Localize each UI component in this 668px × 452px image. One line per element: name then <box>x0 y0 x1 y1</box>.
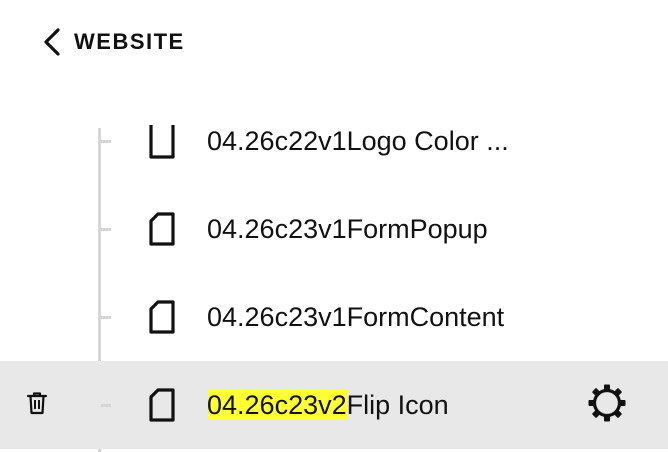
page-row[interactable]: 04.26c23v1FormPopup <box>0 185 668 273</box>
chevron-left-icon <box>40 27 64 57</box>
page-icon <box>146 299 178 335</box>
back-button[interactable]: WEBSITE <box>40 22 185 62</box>
page-icon <box>146 387 178 423</box>
page-label: 04.26c22v1Logo Color ... <box>207 126 509 156</box>
tree-tick <box>101 404 111 407</box>
tree-tick <box>101 140 111 143</box>
trash-icon <box>26 391 48 420</box>
page-label: 04.26c23v2Flip Icon <box>207 387 449 423</box>
page-row-selected[interactable]: 04.26c23v2Flip Icon <box>0 361 668 449</box>
page-row[interactable]: 04.26c23v1FormContent <box>0 273 668 361</box>
gear-icon <box>587 383 627 428</box>
page-label-rest: Flip Icon <box>346 390 449 420</box>
tree-tick <box>101 228 111 231</box>
page-header: WEBSITE <box>0 0 668 86</box>
page-icon <box>146 121 178 161</box>
tree-tick <box>101 316 111 319</box>
delete-page-button[interactable] <box>24 391 50 420</box>
back-label: WEBSITE <box>74 29 185 54</box>
page-label: 04.26c23v1FormContent <box>207 302 505 332</box>
page-label: 04.26c23v1FormPopup <box>207 214 488 244</box>
page-icon <box>146 211 178 247</box>
search-match-highlight: 04.26c23v2 <box>207 390 347 420</box>
page-settings-button[interactable] <box>586 384 628 426</box>
page-list: 04.26c22v1Logo Color ... 04.26c23v1FormP… <box>0 97 668 449</box>
page-row[interactable]: 04.26c22v1Logo Color ... <box>0 97 668 185</box>
